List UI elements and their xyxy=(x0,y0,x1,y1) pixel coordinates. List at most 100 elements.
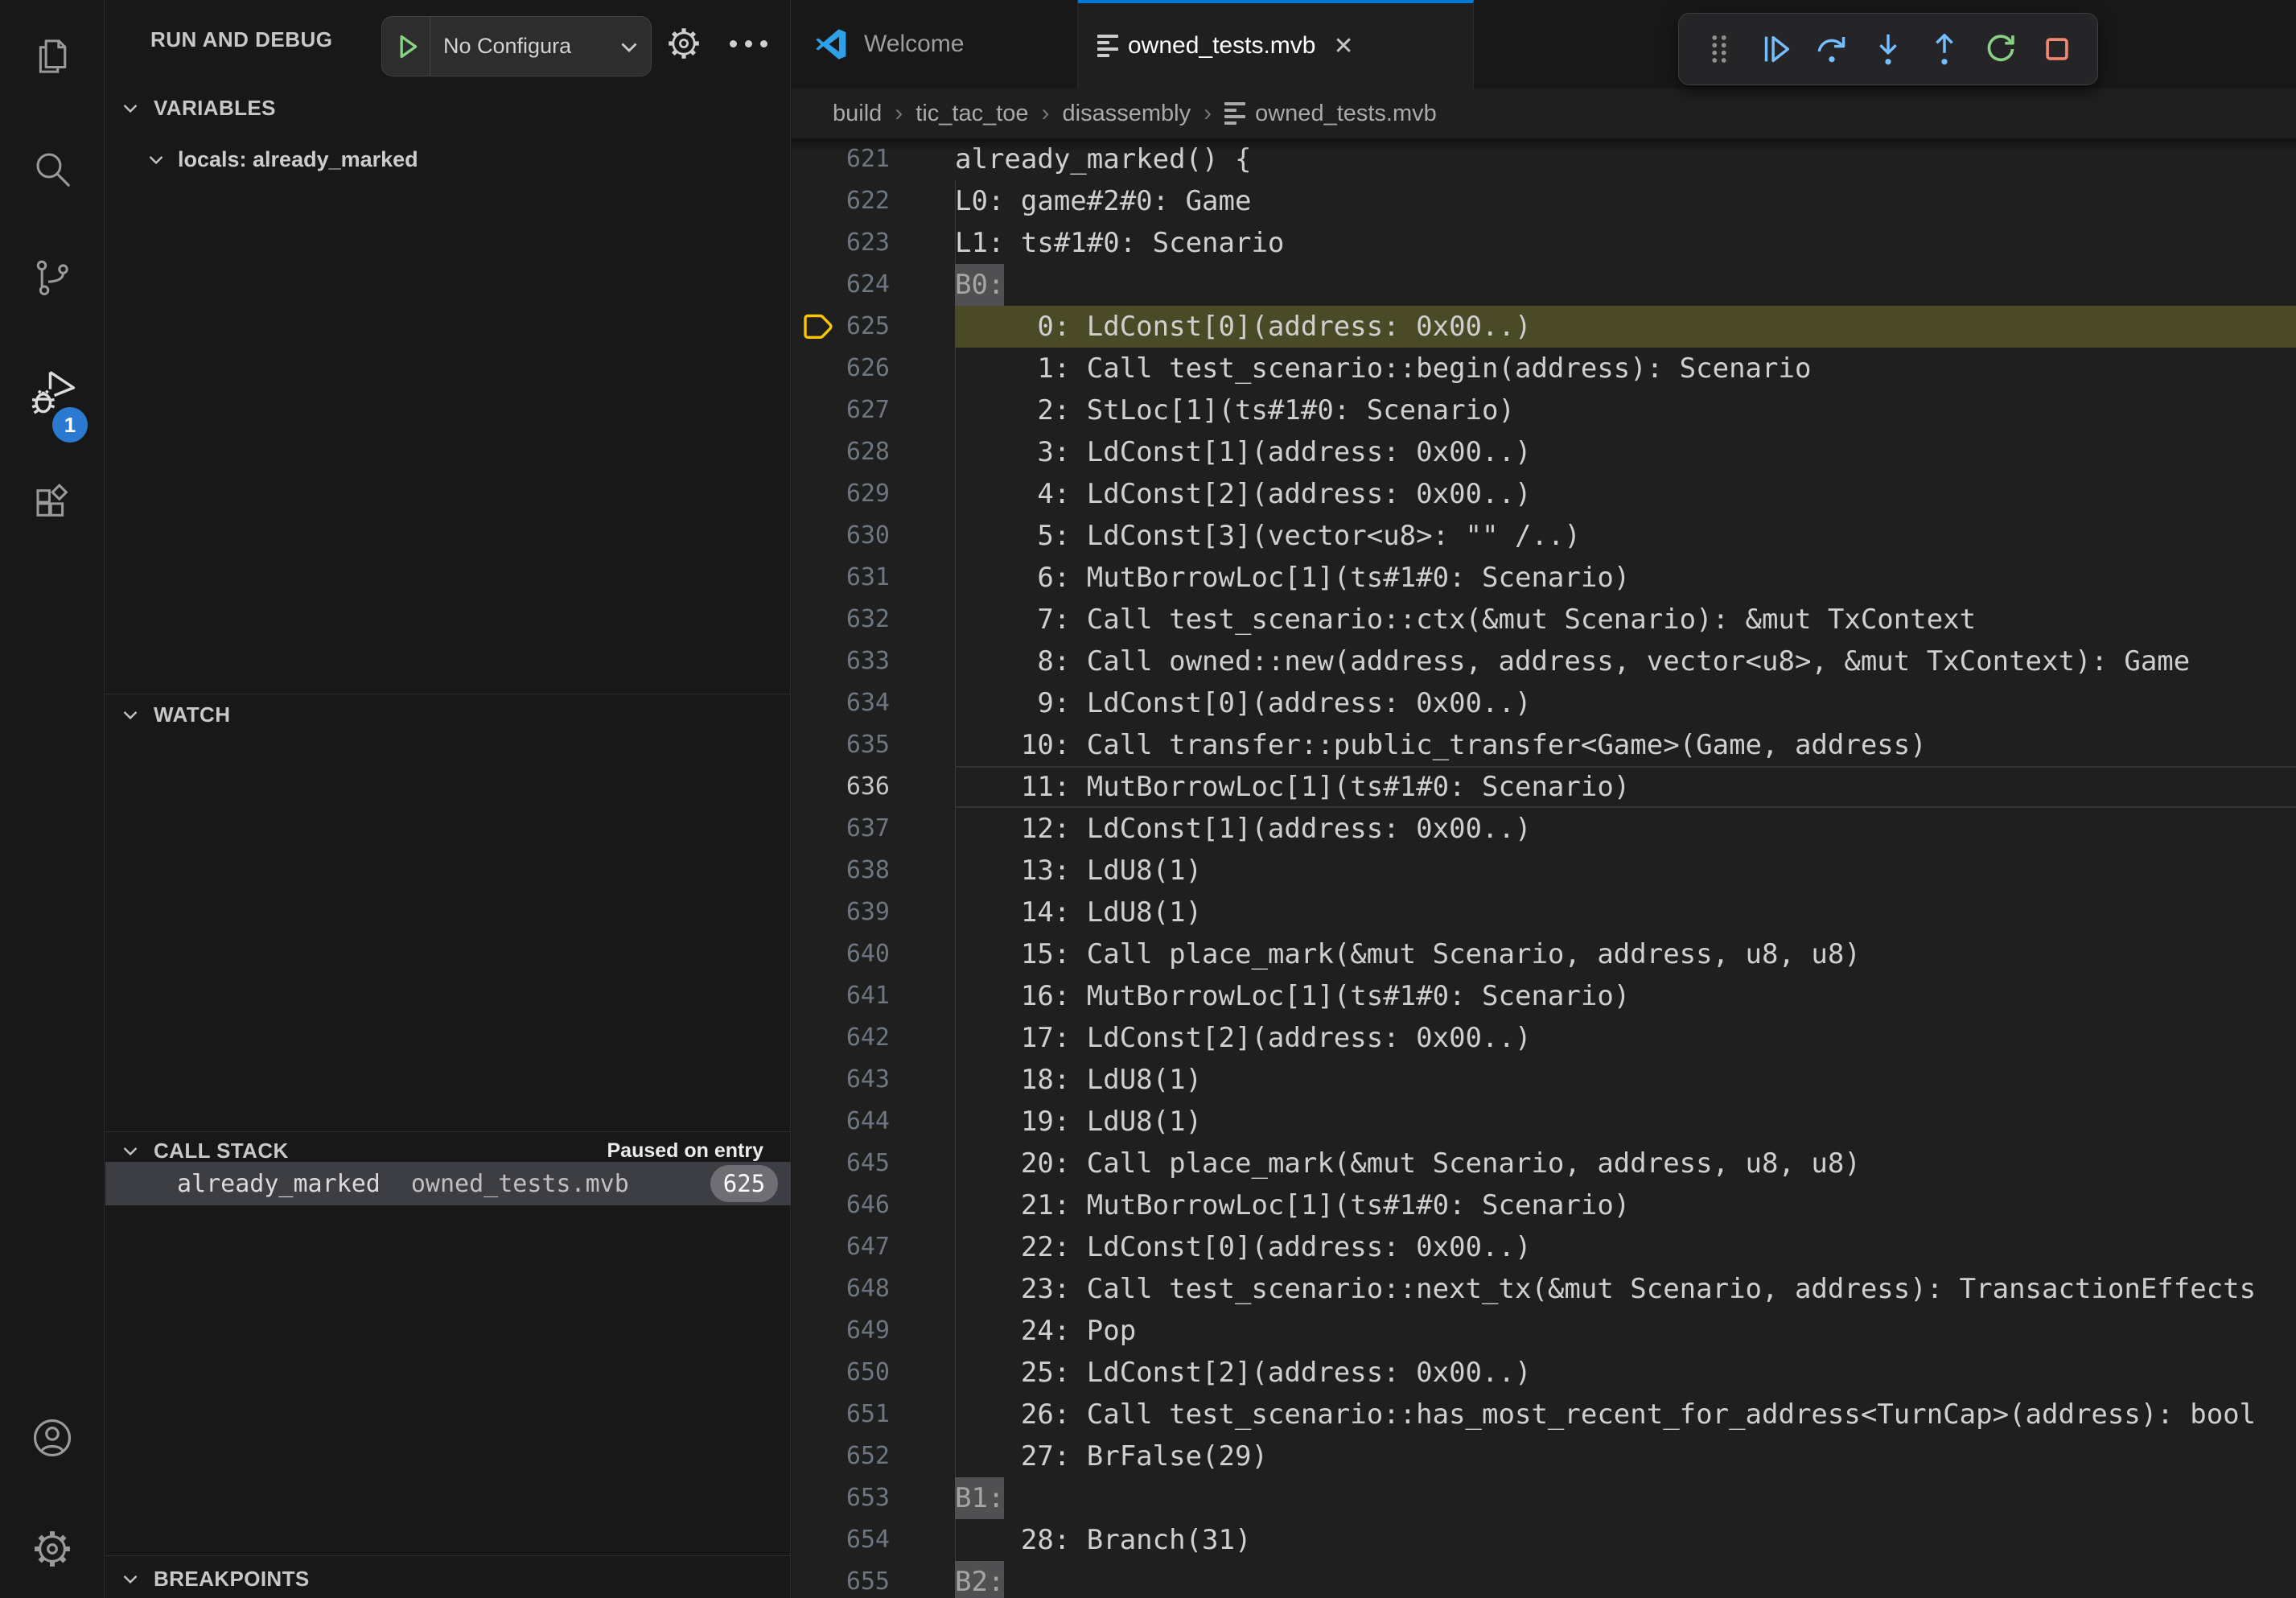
code-line-content[interactable]: L0: game#2#0: Game xyxy=(955,180,2296,222)
code-line-content[interactable]: 2: StLoc[1](ts#1#0: Scenario) xyxy=(955,389,2296,431)
breadcrumb-item[interactable]: build xyxy=(833,101,882,127)
line-number-gutter[interactable]: 645 xyxy=(792,1143,955,1184)
line-number-gutter[interactable]: 651 xyxy=(792,1394,955,1435)
code-line-content[interactable]: 23: Call test_scenario::next_tx(&mut Sce… xyxy=(955,1268,2296,1310)
line-number-gutter[interactable]: 629 xyxy=(792,473,955,515)
line-number-gutter[interactable]: 647 xyxy=(792,1226,955,1268)
section-header-breakpoints[interactable]: BREAKPOINTS xyxy=(105,1561,791,1596)
line-number-gutter[interactable]: 634 xyxy=(792,682,955,724)
config-dropdown[interactable]: No Configura xyxy=(430,17,651,76)
code-line-content[interactable]: 26: Call test_scenario::has_most_recent_… xyxy=(955,1394,2296,1435)
breadcrumb-item[interactable]: disassembly xyxy=(1063,101,1191,127)
line-number-gutter[interactable]: 648 xyxy=(792,1268,955,1310)
line-number-gutter[interactable]: 646 xyxy=(792,1184,955,1226)
line-number-gutter[interactable]: 644 xyxy=(792,1101,955,1143)
source-control-icon[interactable] xyxy=(0,237,105,318)
line-number-gutter[interactable]: 650 xyxy=(792,1352,955,1394)
continue-button[interactable] xyxy=(1753,27,1798,72)
line-number-gutter[interactable]: 649 xyxy=(792,1310,955,1352)
line-number-gutter[interactable]: 637 xyxy=(792,808,955,850)
step-over-button[interactable] xyxy=(1809,27,1854,72)
code-line-content[interactable]: 8: Call owned::new(address, address, vec… xyxy=(955,640,2296,682)
search-icon[interactable] xyxy=(0,129,105,209)
restart-button[interactable] xyxy=(1978,27,2023,72)
close-icon[interactable]: ✕ xyxy=(1333,32,1353,60)
code-line-content[interactable]: 14: LdU8(1) xyxy=(955,892,2296,933)
line-number-gutter[interactable]: 653 xyxy=(792,1477,955,1519)
explorer-icon[interactable] xyxy=(0,16,105,97)
code-line-content[interactable]: 5: LdConst[3](vector<u8>: "" /..) xyxy=(955,515,2296,557)
code-line-content[interactable]: 1: Call test_scenario::begin(address): S… xyxy=(955,348,2296,389)
line-number-gutter[interactable]: 643 xyxy=(792,1059,955,1101)
code-line-content[interactable]: 27: BrFalse(29) xyxy=(955,1435,2296,1477)
code-line-content[interactable]: 24: Pop xyxy=(955,1310,2296,1352)
line-number-gutter[interactable]: 631 xyxy=(792,557,955,599)
code-line-content[interactable]: 25: LdConst[2](address: 0x00..) xyxy=(955,1352,2296,1394)
line-number-gutter[interactable]: 639 xyxy=(792,892,955,933)
code-line-content[interactable]: B2: xyxy=(955,1561,2296,1598)
toolbar-drag-handle[interactable] xyxy=(1697,27,1742,72)
line-number: 623 xyxy=(846,229,890,257)
code-line-content[interactable]: 18: LdU8(1) xyxy=(955,1059,2296,1101)
line-number-gutter[interactable]: 626 xyxy=(792,348,955,389)
line-number-gutter[interactable]: 640 xyxy=(792,933,955,975)
code-line-content[interactable]: 13: LdU8(1) xyxy=(955,850,2296,892)
line-number-gutter[interactable]: 641 xyxy=(792,975,955,1017)
line-number-gutter[interactable]: 636 xyxy=(792,766,955,808)
code-line-content[interactable]: 21: MutBorrowLoc[1](ts#1#0: Scenario) xyxy=(955,1184,2296,1226)
code-line-content[interactable]: 20: Call place_mark(&mut Scenario, addre… xyxy=(955,1143,2296,1184)
code-line-content[interactable]: B0: xyxy=(955,264,2296,306)
line-number-gutter[interactable]: 625 xyxy=(792,306,955,348)
settings-gear-icon[interactable] xyxy=(0,1509,105,1589)
line-number-gutter[interactable]: 638 xyxy=(792,850,955,892)
line-number-gutter[interactable]: 635 xyxy=(792,724,955,766)
code-line-content[interactable]: 0: LdConst[0](address: 0x00..) xyxy=(955,306,2296,348)
tab-welcome[interactable]: Welcome xyxy=(792,0,1078,89)
line-number-gutter[interactable]: 655 xyxy=(792,1561,955,1598)
code-line-content[interactable]: 17: LdConst[2](address: 0x00..) xyxy=(955,1017,2296,1059)
code-line-content[interactable]: 16: MutBorrowLoc[1](ts#1#0: Scenario) xyxy=(955,975,2296,1017)
code-line-content[interactable]: 9: LdConst[0](address: 0x00..) xyxy=(955,682,2296,724)
line-number-gutter[interactable]: 654 xyxy=(792,1519,955,1561)
call-stack-frame-row[interactable]: already_marked owned_tests.mvb 625 xyxy=(105,1162,791,1205)
code-line-content[interactable]: 28: Branch(31) xyxy=(955,1519,2296,1561)
step-out-button[interactable] xyxy=(1922,27,1967,72)
line-number-gutter[interactable]: 622 xyxy=(792,180,955,222)
line-number-gutter[interactable]: 627 xyxy=(792,389,955,431)
account-icon[interactable] xyxy=(0,1398,105,1478)
breadcrumb-item[interactable]: tic_tac_toe xyxy=(916,101,1028,127)
run-and-debug-icon[interactable]: 1 xyxy=(0,354,105,435)
code-line-content[interactable]: 19: LdU8(1) xyxy=(955,1101,2296,1143)
section-header-variables[interactable]: VARIABLES xyxy=(105,90,791,126)
code-line-content[interactable]: L1: ts#1#0: Scenario xyxy=(955,222,2296,264)
code-line-content[interactable]: 4: LdConst[2](address: 0x00..) xyxy=(955,473,2296,515)
gear-icon[interactable] xyxy=(665,24,703,67)
step-into-button[interactable] xyxy=(1866,27,1911,72)
code-line-content[interactable]: 22: LdConst[0](address: 0x00..) xyxy=(955,1226,2296,1268)
more-ellipsis-icon[interactable] xyxy=(730,40,767,47)
code-line-content[interactable]: 15: Call place_mark(&mut Scenario, addre… xyxy=(955,933,2296,975)
breadcrumb-item[interactable]: owned_tests.mvb xyxy=(1255,101,1437,127)
code-line-content[interactable]: 7: Call test_scenario::ctx(&mut Scenario… xyxy=(955,599,2296,640)
code-line-content[interactable]: 12: LdConst[1](address: 0x00..) xyxy=(955,808,2296,850)
line-number-gutter[interactable]: 628 xyxy=(792,431,955,473)
line-number-gutter[interactable]: 632 xyxy=(792,599,955,640)
line-number-gutter[interactable]: 642 xyxy=(792,1017,955,1059)
code-line-content[interactable]: 10: Call transfer::public_transfer<Game>… xyxy=(955,724,2296,766)
code-line-content[interactable]: B1: xyxy=(955,1477,2296,1519)
line-number-gutter[interactable]: 624 xyxy=(792,264,955,306)
line-number-gutter[interactable]: 633 xyxy=(792,640,955,682)
line-number-gutter[interactable]: 652 xyxy=(792,1435,955,1477)
code-line-content[interactable]: 3: LdConst[1](address: 0x00..) xyxy=(955,431,2296,473)
code-line-row: 653 B1: xyxy=(792,1477,2296,1519)
extensions-icon[interactable] xyxy=(0,463,105,543)
tab-owned-tests[interactable]: owned_tests.mvb ✕ xyxy=(1078,0,1474,89)
section-header-watch[interactable]: WATCH xyxy=(105,697,791,732)
start-debug-button[interactable] xyxy=(382,17,430,76)
variables-scope-row[interactable]: locals: already_marked xyxy=(105,138,791,180)
code-line-content[interactable]: 11: MutBorrowLoc[1](ts#1#0: Scenario) xyxy=(955,766,2296,808)
code-line-content[interactable]: 6: MutBorrowLoc[1](ts#1#0: Scenario) xyxy=(955,557,2296,599)
line-number-gutter[interactable]: 630 xyxy=(792,515,955,557)
stop-button[interactable] xyxy=(2035,27,2080,72)
line-number-gutter[interactable]: 623 xyxy=(792,222,955,264)
